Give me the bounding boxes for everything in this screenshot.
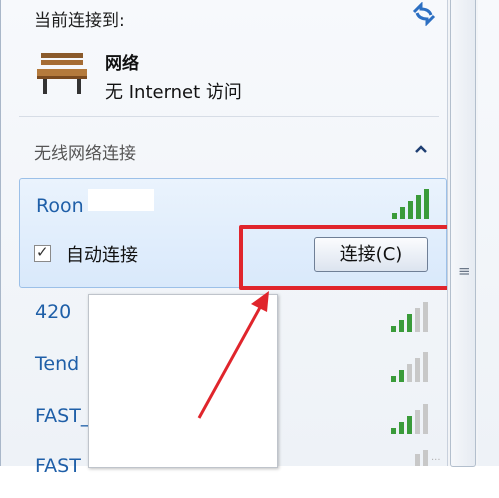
wifi-panel: 当前连接到: 网络 无 Internet 访问 无线网络连接 Roon ✓ 自动… xyxy=(0,0,499,477)
annotation-arrow-icon xyxy=(197,291,269,419)
watermark: ... xyxy=(431,452,441,463)
